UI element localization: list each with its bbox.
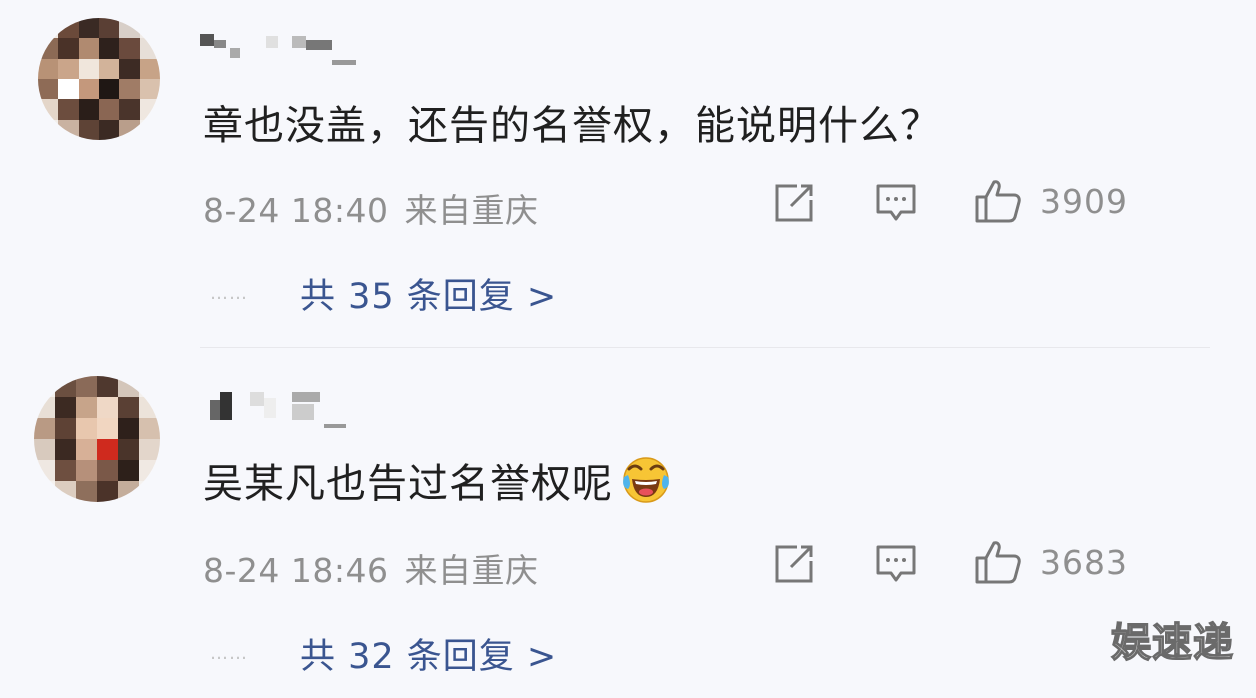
- comment-date: 8-24 18:46: [203, 551, 389, 590]
- share-button[interactable]: [773, 543, 815, 585]
- reply-count-label: 共 32 条回复 >: [300, 637, 558, 677]
- like-icon: [975, 180, 1021, 223]
- like-button[interactable]: 3909: [974, 178, 1128, 224]
- watermark-logo: 娱速递: [1110, 619, 1234, 666]
- avatar[interactable]: [38, 18, 160, 140]
- share-button[interactable]: [773, 182, 815, 224]
- reply-count-label: 共 35 条回复 >: [300, 277, 558, 317]
- view-replies-link[interactable]: …… 共 35 条回复 >: [210, 268, 557, 319]
- comment-button[interactable]: [875, 182, 917, 224]
- comment-item: 吴某凡也告过名誉权呢 8-24 18:46 来自重庆 3683 …… 共 32 …: [0, 348, 1256, 698]
- reply-dots: ……: [210, 283, 248, 304]
- laughing-crying-emoji-icon: [623, 457, 669, 503]
- like-button[interactable]: 3683: [974, 539, 1128, 585]
- comment-text-content: 吴某凡也告过名誉权呢: [203, 461, 613, 507]
- like-count: 3683: [1040, 542, 1128, 582]
- comment-location: 来自重庆: [404, 551, 539, 590]
- comment-text: 章也没盖，还告的名誉权，能说明什么？: [203, 96, 941, 149]
- like-icon: [975, 541, 1021, 584]
- username-redacted[interactable]: [200, 386, 370, 428]
- comment-icon: [876, 545, 916, 582]
- comment-date: 8-24 18:40: [203, 191, 389, 230]
- comment-text: 吴某凡也告过名誉权呢: [203, 452, 671, 508]
- share-icon: [775, 545, 813, 583]
- comment-meta: 8-24 18:46 来自重庆: [203, 544, 539, 592]
- comment-location: 来自重庆: [404, 191, 539, 230]
- comment-icon: [876, 184, 916, 221]
- comment-button[interactable]: [875, 543, 917, 585]
- comment-item: 章也没盖，还告的名誉权，能说明什么？ 8-24 18:40 来自重庆 3909 …: [0, 0, 1256, 347]
- avatar[interactable]: [34, 376, 160, 502]
- comment-list: 章也没盖，还告的名誉权，能说明什么？ 8-24 18:40 来自重庆 3909 …: [0, 0, 1256, 698]
- comment-text-content: 章也没盖，还告的名誉权，能说明什么？: [203, 103, 941, 149]
- like-count: 3909: [1040, 181, 1128, 221]
- comment-meta: 8-24 18:40 来自重庆: [203, 184, 539, 232]
- username-redacted[interactable]: [200, 30, 370, 66]
- share-icon: [775, 184, 813, 222]
- view-replies-link[interactable]: …… 共 32 条回复 >: [210, 628, 557, 679]
- reply-dots: ……: [210, 643, 248, 664]
